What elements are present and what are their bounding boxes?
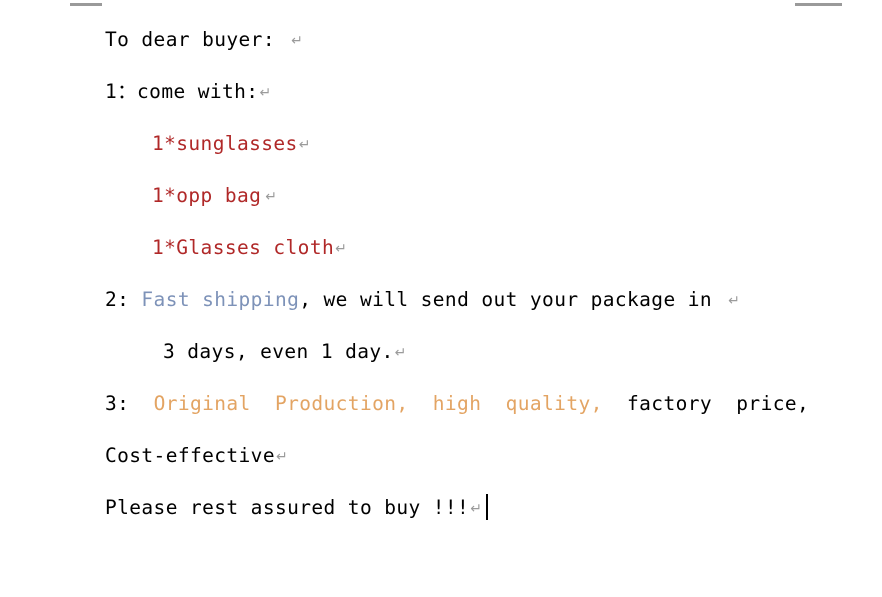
text-run-black: Cost-effective bbox=[105, 444, 275, 467]
text-run-black: Please rest assured to buy !!! bbox=[105, 496, 470, 519]
text-run-black: factory price, bbox=[602, 392, 810, 415]
doc-line-closing[interactable]: Please rest assured to buy !!!↵ bbox=[0, 482, 882, 534]
text-cursor-caret bbox=[486, 494, 489, 520]
return-mark-icon: ↵ bbox=[275, 449, 289, 465]
text-run-black: 2: bbox=[105, 288, 142, 311]
doc-line-shipping-line-1[interactable]: 2: Fast shipping, we will send out your … bbox=[0, 274, 882, 326]
text-run-red: 1*opp bag bbox=[152, 184, 262, 207]
return-mark-icon: ↵ bbox=[259, 85, 272, 101]
left-margin-marker bbox=[70, 3, 102, 6]
return-mark-icon: ↵ bbox=[470, 501, 483, 517]
text-run-orange: Original Production, high quality, bbox=[153, 392, 603, 415]
right-margin-marker bbox=[795, 3, 842, 6]
return-mark-icon: ↵ bbox=[335, 241, 348, 257]
doc-line-item-opp-bag[interactable]: 1*opp bag ↵ bbox=[0, 170, 882, 222]
doc-line-item-heading[interactable]: 1：come with:↵ bbox=[0, 66, 882, 118]
text-run-black: 1：come with: bbox=[105, 80, 259, 103]
return-mark-icon: ↵ bbox=[291, 33, 304, 49]
doc-line-cost-effective[interactable]: Cost-effective↵ bbox=[0, 430, 882, 482]
doc-line-greeting[interactable]: To dear buyer: ↵ bbox=[0, 14, 882, 66]
document-text-body[interactable]: To dear buyer: ↵ 1：come with:↵ 1*sunglasse… bbox=[0, 14, 882, 534]
return-mark-icon: ↵ bbox=[298, 137, 311, 153]
return-mark-icon: ↵ bbox=[394, 345, 407, 361]
text-run-black: 3: bbox=[105, 392, 154, 415]
text-run-red: 1*sunglasses bbox=[152, 132, 298, 155]
text-run-black: 3 days, even 1 day. bbox=[163, 340, 394, 363]
text-run-blue: Fast shipping bbox=[141, 288, 300, 311]
doc-line-item-glasses-cloth[interactable]: 1*Glasses cloth↵ bbox=[0, 222, 882, 274]
text-run-black: , we will send out your package in bbox=[299, 288, 725, 311]
return-mark-icon: ↵ bbox=[265, 189, 278, 205]
doc-line-shipping-line-2[interactable]: 3 days, even 1 day.↵ bbox=[0, 326, 882, 378]
doc-line-item-sunglasses[interactable]: 1*sunglasses↵ bbox=[0, 118, 882, 170]
text-run-black: To dear buyer: bbox=[105, 28, 288, 51]
doc-line-quality-line[interactable]: 3: Original Production, high quality, fa… bbox=[0, 378, 882, 430]
return-mark-icon: ↵ bbox=[728, 293, 741, 309]
text-run-red: 1*Glasses cloth bbox=[152, 236, 335, 259]
